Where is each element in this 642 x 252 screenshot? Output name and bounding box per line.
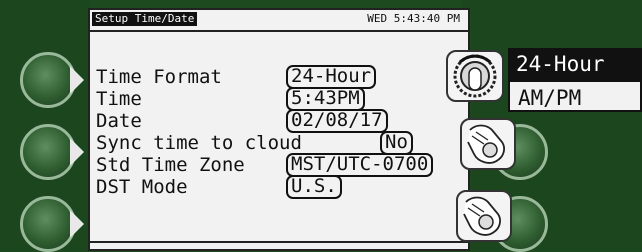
time-field[interactable]: 5:43PM	[286, 87, 365, 111]
left-arrow-icon-3	[70, 210, 84, 238]
left-arrow-icon-1	[70, 66, 84, 94]
time-format-popup: 24-Hour AM/PM	[508, 48, 642, 112]
left-soft-button-1[interactable]	[20, 52, 76, 108]
dst-mode-field[interactable]: U.S.	[286, 175, 342, 199]
hand-press-icon[interactable]	[456, 190, 512, 242]
setting-label-time-format: Time Format	[96, 66, 222, 88]
popup-option-am-pm[interactable]: AM/PM	[508, 80, 642, 112]
left-arrow-icon-2	[70, 138, 84, 166]
time-format-field[interactable]: 24-Hour	[286, 65, 377, 89]
sync-cloud-field[interactable]: No	[380, 131, 413, 155]
page-title: Setup Time/Date	[92, 12, 198, 26]
left-soft-button-3[interactable]	[20, 196, 76, 252]
popup-option-24-hour[interactable]: 24-Hour	[508, 48, 642, 80]
screen-footer	[90, 241, 468, 243]
setting-label-time-zone: Std Time Zone	[96, 154, 245, 176]
setting-label-date: Date	[96, 110, 142, 132]
setting-label-dst-mode: DST Mode	[96, 176, 188, 198]
hand-press-icon[interactable]	[460, 118, 516, 170]
lcd-screen: Setup Time/Date WED 5:43:40 PM Time Form…	[88, 8, 470, 251]
time-zone-field[interactable]: MST/UTC-0700	[286, 153, 434, 177]
date-field[interactable]: 02/08/17	[286, 109, 388, 133]
rotary-knob-icon[interactable]	[446, 50, 504, 102]
setting-label-time: Time	[96, 88, 142, 110]
left-soft-button-2[interactable]	[20, 124, 76, 180]
screen-header: Setup Time/Date WED 5:43:40 PM	[90, 10, 468, 32]
header-datetime: WED 5:43:40 PM	[367, 12, 460, 25]
setting-label-sync-cloud: Sync time to cloud	[96, 132, 302, 154]
